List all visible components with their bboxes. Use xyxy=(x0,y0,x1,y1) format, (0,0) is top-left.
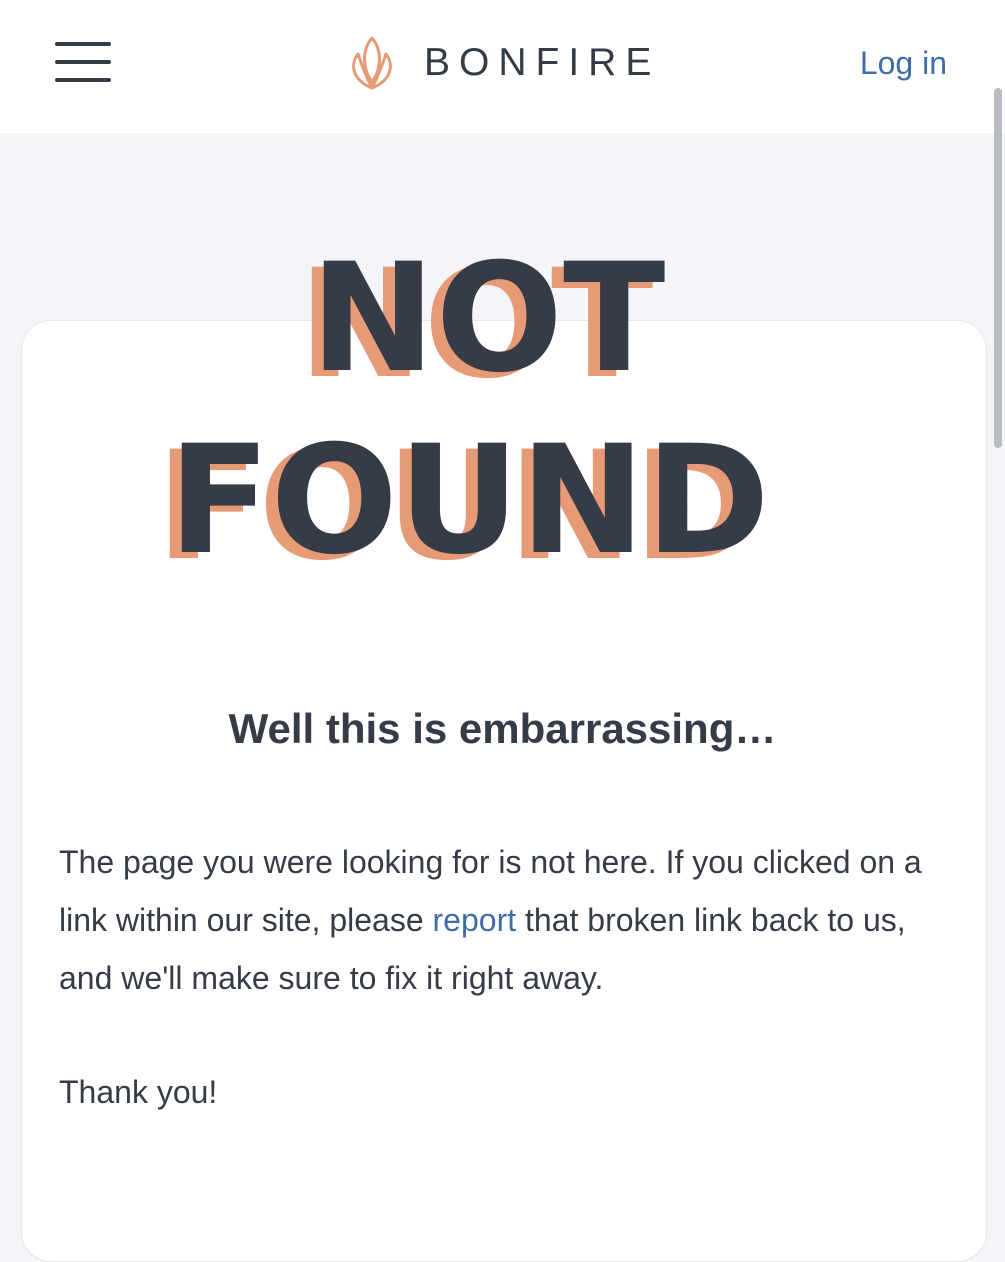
error-paragraph: The page you were looking for is not her… xyxy=(59,833,929,1007)
hero-text-found: FOUND xyxy=(168,414,770,578)
thank-you-text: Thank you! xyxy=(59,1074,218,1110)
hero-line-found: FOUND FOUND xyxy=(156,414,770,578)
brand-logo[interactable]: BONFIRE xyxy=(346,32,660,94)
login-link[interactable]: Log in xyxy=(860,45,947,82)
brand-name: BONFIRE xyxy=(424,41,661,84)
page-title: Well this is embarrassing… xyxy=(228,705,777,752)
hero-text-not: NOT xyxy=(310,232,665,406)
top-nav-bar: BONFIRE Log in xyxy=(0,0,1005,133)
error-message: The page you were looking for is not her… xyxy=(59,833,929,1121)
report-link[interactable]: report xyxy=(433,902,517,938)
scrollbar-thumb[interactable] xyxy=(994,88,1002,448)
hero-line-not: NOT NOT xyxy=(298,232,665,412)
hamburger-menu-icon[interactable] xyxy=(55,42,111,82)
not-found-illustration: NOT NOT FOUND FOUND xyxy=(156,232,770,578)
lotus-flame-icon xyxy=(352,36,392,90)
